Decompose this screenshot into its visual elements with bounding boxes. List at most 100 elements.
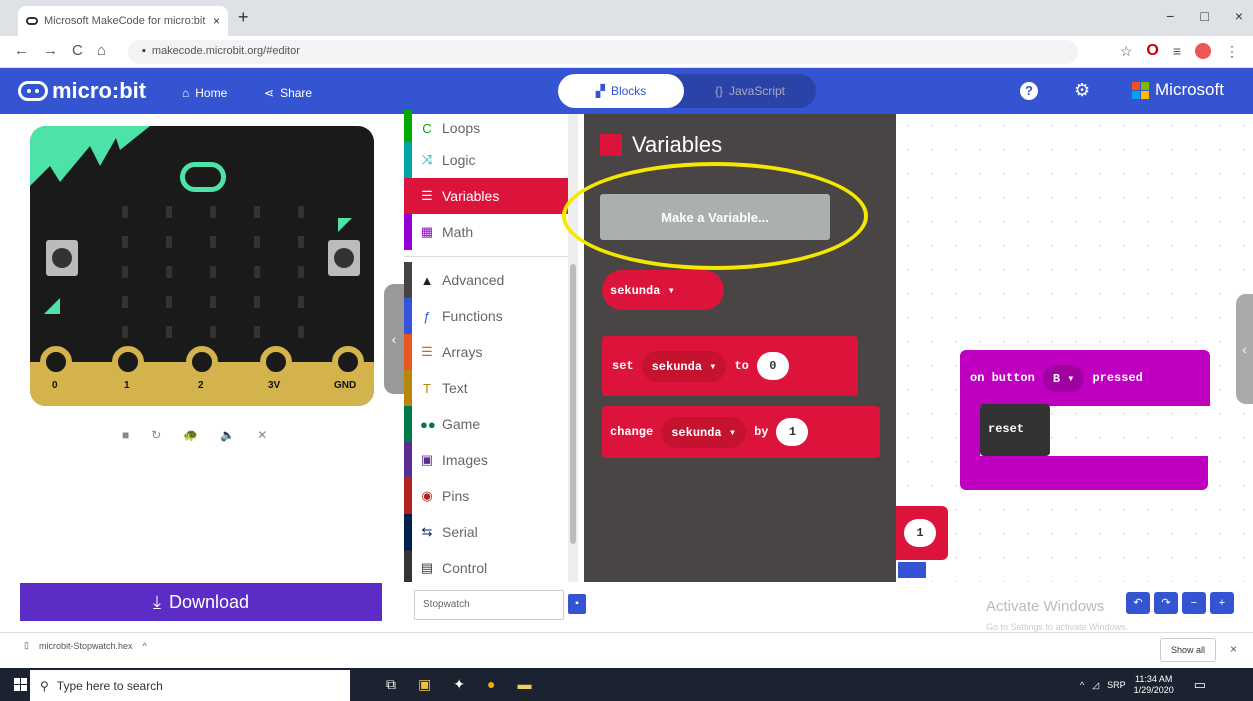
category-logic[interactable]: ⤨ Logic [404, 142, 568, 178]
category-serial[interactable]: ⇆ Serial [404, 514, 568, 550]
menu-icon[interactable]: ⋮ [1225, 43, 1239, 60]
category-functions[interactable]: ƒ Functions [404, 298, 568, 334]
category-label: Logic [442, 152, 476, 168]
restart-icon[interactable]: ↻ [151, 428, 161, 442]
back-icon[interactable]: ← [14, 42, 29, 59]
event-block-bottom [960, 456, 1208, 490]
variable-dropdown[interactable]: sekunda ▾ [641, 350, 727, 382]
chevron-up-icon[interactable]: ^ [143, 641, 147, 651]
chrome-icon[interactable]: ● [487, 676, 495, 693]
project-name-input[interactable]: Stopwatch [414, 590, 564, 620]
category-game[interactable]: ●● Game [404, 406, 568, 442]
network-icon[interactable]: ◿ [1092, 680, 1099, 691]
microsoft-logo[interactable]: Microsoft [1132, 80, 1224, 100]
fullscreen-icon[interactable]: ✕ [257, 428, 267, 442]
chevron-up-icon: ▲ [420, 272, 434, 288]
button-a[interactable] [46, 240, 78, 276]
category-images[interactable]: ▣ Images [404, 442, 568, 478]
redo-icon[interactable]: ↷ [1154, 592, 1178, 614]
collapse-simulator-button[interactable]: ‹ [384, 284, 404, 394]
app-icon[interactable]: ✦ [453, 676, 465, 693]
reload-icon[interactable]: C [72, 42, 83, 59]
variable-reporter-block[interactable]: sekunda ▾ [602, 270, 724, 310]
explorer-icon[interactable]: ▬ [517, 676, 531, 693]
number-value[interactable]: 1 [904, 519, 936, 547]
url-bar[interactable]: ▪ makecode.microbit.org/#editor [128, 40, 1078, 64]
category-math[interactable]: ▦ Math [404, 214, 568, 250]
reset-block[interactable]: reset [980, 404, 1050, 456]
gear-icon[interactable]: ⚙ [1074, 80, 1090, 101]
window-controls: − □ × [1166, 8, 1243, 24]
pin-0[interactable] [40, 346, 72, 378]
slowmo-icon[interactable]: 🐢 [183, 428, 198, 442]
pin-1[interactable] [112, 346, 144, 378]
category-loops[interactable]: C Loops [404, 110, 568, 146]
category-advanced[interactable]: ▲ Advanced [404, 262, 568, 298]
extension-icon[interactable]: ≡ [1173, 43, 1181, 59]
mute-icon[interactable]: 🔈 [220, 428, 235, 442]
button-b[interactable] [328, 240, 360, 276]
help-icon[interactable]: ? [1020, 82, 1038, 100]
taskbar-search[interactable]: ⚲ Type here to search [30, 670, 350, 701]
maximize-button[interactable]: □ [1200, 8, 1208, 24]
control-icon: ▤ [420, 560, 434, 575]
category-text[interactable]: T Text [404, 370, 568, 406]
category-label: Control [442, 560, 488, 576]
blocks-tab[interactable]: ▞ Blocks [558, 74, 684, 108]
notifications-icon[interactable]: ▭ [1194, 677, 1206, 693]
category-label: Serial [442, 524, 478, 540]
undo-icon[interactable]: ↶ [1126, 592, 1150, 614]
task-view-icon[interactable]: ⧉ [386, 676, 396, 693]
profile-avatar[interactable] [1195, 43, 1211, 59]
zoom-in-icon[interactable]: + [1210, 592, 1234, 614]
set-value-input[interactable]: 0 [756, 352, 789, 380]
clock[interactable]: 11:34 AM 1/29/2020 [1134, 674, 1174, 696]
change-value-input[interactable]: 1 [776, 418, 809, 446]
loops-icon: C [422, 120, 432, 136]
pin-2[interactable] [186, 346, 218, 378]
home-icon[interactable]: ⌂ [97, 42, 106, 59]
language-indicator[interactable]: SRP [1107, 680, 1126, 690]
close-shelf-button[interactable]: × [1230, 642, 1237, 656]
search-icon: ⚲ [40, 678, 49, 693]
category-control[interactable]: ▤ Control [404, 550, 568, 586]
close-window-button[interactable]: × [1235, 8, 1243, 24]
set-variable-block[interactable]: set sekunda ▾ to 0 [602, 336, 858, 396]
functions-icon: ƒ [423, 308, 431, 324]
tab-close-button[interactable]: × [213, 14, 220, 28]
toolbox-scrollbar[interactable] [568, 114, 578, 582]
minimize-button[interactable]: − [1166, 8, 1174, 24]
show-all-button[interactable]: Show all [1160, 638, 1216, 662]
share-button[interactable]: ⋖ Share [264, 86, 312, 100]
download-item[interactable]: ▯ microbit-Stopwatch.hex ^ [24, 640, 147, 651]
stop-icon[interactable]: ■ [122, 428, 129, 442]
windows-start-icon[interactable] [14, 678, 27, 691]
pin-3v[interactable] [260, 346, 292, 378]
variable-dropdown[interactable]: sekunda ▾ [661, 416, 747, 448]
category-arrays[interactable]: ☰ Arrays [404, 334, 568, 370]
browser-tab[interactable]: Microsoft MakeCode for micro:bit × [18, 6, 228, 36]
star-icon[interactable]: ☆ [1120, 43, 1133, 60]
microbit-logo[interactable]: micro:bit [18, 78, 146, 104]
change-variable-block[interactable]: change sekunda ▾ by 1 [602, 406, 880, 458]
search-placeholder: Type here to search [56, 678, 163, 693]
opera-extension-icon[interactable]: O [1146, 42, 1158, 60]
pin-gnd[interactable] [332, 346, 364, 378]
tray-arrow-icon[interactable]: ^ [1080, 680, 1084, 690]
activate-windows-sub: Go to Settings to activate Windows. [986, 622, 1129, 632]
save-button[interactable]: ▪ [568, 594, 586, 614]
new-tab-button[interactable]: + [238, 7, 249, 28]
number-block[interactable]: 1 [896, 506, 948, 560]
by-keyword: by [754, 425, 769, 439]
category-variables[interactable]: ☰ Variables [404, 178, 568, 214]
download-button[interactable]: ⤓ Download [20, 583, 382, 621]
forward-icon[interactable]: → [43, 42, 58, 59]
category-pins[interactable]: ◉ Pins [404, 478, 568, 514]
expand-right-button[interactable]: ‹ [1236, 294, 1253, 404]
zoom-out-icon[interactable]: − [1182, 592, 1206, 614]
javascript-tab[interactable]: {} JavaScript [690, 74, 810, 108]
store-icon[interactable]: ▣ [418, 676, 431, 693]
button-dropdown[interactable]: B ▾ [1042, 364, 1085, 392]
home-button[interactable]: ⌂ Home [182, 86, 227, 100]
category-label: Text [442, 380, 468, 396]
